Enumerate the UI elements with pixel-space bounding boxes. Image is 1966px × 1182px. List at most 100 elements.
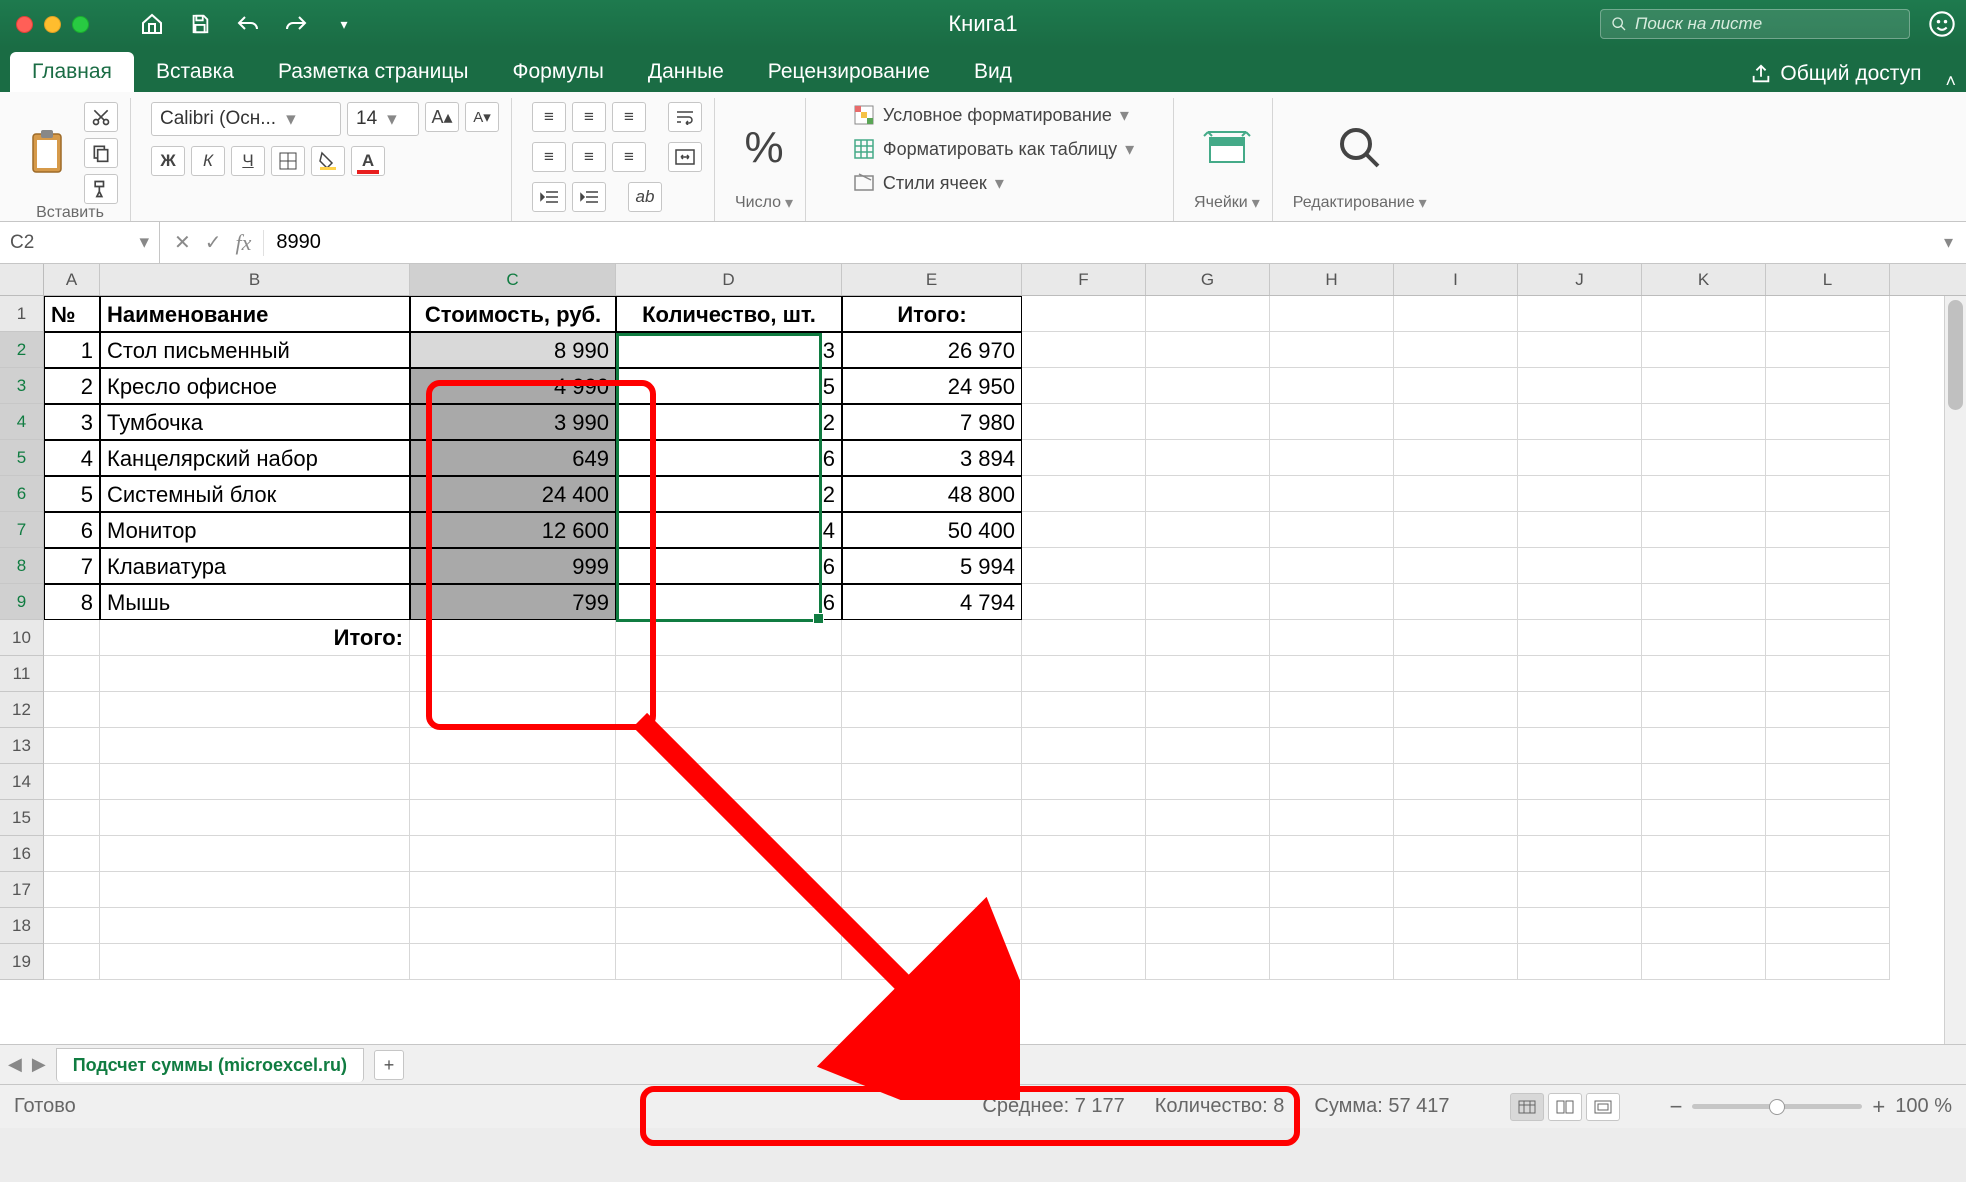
- spreadsheet-grid[interactable]: A B C D E F G H I J K L 1№НаименованиеСт…: [0, 264, 1966, 1044]
- ribbon-collapse-icon[interactable]: ˄: [1945, 71, 1956, 92]
- cell[interactable]: [1394, 332, 1518, 368]
- cell[interactable]: [1146, 548, 1270, 584]
- tab-insert[interactable]: Вставка: [134, 52, 256, 92]
- merge-cells-icon[interactable]: [668, 142, 702, 172]
- percent-icon[interactable]: %: [737, 121, 791, 175]
- cell[interactable]: [1518, 512, 1642, 548]
- qat-customize-icon[interactable]: ▾: [331, 11, 357, 37]
- cell[interactable]: [1022, 368, 1146, 404]
- maximize-window-button[interactable]: [72, 16, 89, 33]
- cell[interactable]: [1766, 332, 1890, 368]
- cell[interactable]: [1146, 656, 1270, 692]
- cell[interactable]: [100, 872, 410, 908]
- cell[interactable]: Клавиатура: [100, 548, 410, 584]
- cell[interactable]: [1022, 476, 1146, 512]
- format-as-table-button[interactable]: Форматировать как таблицу ▾: [853, 136, 1134, 162]
- cell[interactable]: [1642, 764, 1766, 800]
- sheet-search[interactable]: [1600, 9, 1910, 39]
- cell[interactable]: [842, 944, 1022, 980]
- cell[interactable]: Стоимость, руб.: [410, 296, 616, 332]
- cell[interactable]: [1518, 440, 1642, 476]
- cell[interactable]: [1518, 368, 1642, 404]
- share-button[interactable]: Общий доступ: [1740, 56, 1931, 92]
- cell[interactable]: [100, 764, 410, 800]
- cell[interactable]: Канцелярский набор: [100, 440, 410, 476]
- zoom-out-button[interactable]: −: [1670, 1094, 1683, 1120]
- cell[interactable]: 6: [44, 512, 100, 548]
- row-header[interactable]: 12: [0, 692, 44, 728]
- cell[interactable]: [1518, 692, 1642, 728]
- cell-styles-button[interactable]: Стили ячеек ▾: [853, 170, 1004, 196]
- cell[interactable]: 2: [616, 476, 842, 512]
- row-header[interactable]: 8: [0, 548, 44, 584]
- cell[interactable]: 5: [616, 368, 842, 404]
- cell[interactable]: 799: [410, 584, 616, 620]
- cell[interactable]: 4: [44, 440, 100, 476]
- cell[interactable]: [616, 728, 842, 764]
- cell[interactable]: [100, 656, 410, 692]
- cell[interactable]: [616, 620, 842, 656]
- cell[interactable]: [1766, 836, 1890, 872]
- cell[interactable]: [1642, 800, 1766, 836]
- cell[interactable]: [1766, 908, 1890, 944]
- cell[interactable]: [1394, 692, 1518, 728]
- zoom-in-button[interactable]: +: [1872, 1094, 1885, 1120]
- cell[interactable]: [1518, 764, 1642, 800]
- cell[interactable]: [1394, 512, 1518, 548]
- align-center-icon[interactable]: ≡: [572, 142, 606, 172]
- save-icon[interactable]: [187, 11, 213, 37]
- cell[interactable]: [1518, 836, 1642, 872]
- cell[interactable]: [410, 692, 616, 728]
- cell[interactable]: [1022, 944, 1146, 980]
- decrease-indent-icon[interactable]: [532, 182, 566, 212]
- cell[interactable]: [1642, 476, 1766, 512]
- cell[interactable]: [1146, 440, 1270, 476]
- align-middle-icon[interactable]: ≡: [572, 102, 606, 132]
- cell[interactable]: [1394, 584, 1518, 620]
- tab-page-layout[interactable]: Разметка страницы: [256, 52, 491, 92]
- font-color-icon[interactable]: A: [351, 146, 385, 176]
- cell[interactable]: [1022, 692, 1146, 728]
- row-header[interactable]: 3: [0, 368, 44, 404]
- cell[interactable]: [1642, 404, 1766, 440]
- font-name-select[interactable]: Calibri (Осн...▾: [151, 102, 341, 136]
- row-header[interactable]: 5: [0, 440, 44, 476]
- formula-input[interactable]: 8990: [264, 231, 1944, 254]
- accept-formula-icon[interactable]: ✓: [205, 230, 222, 255]
- italic-button[interactable]: К: [191, 146, 225, 176]
- cell[interactable]: [1642, 296, 1766, 332]
- cell[interactable]: [1270, 296, 1394, 332]
- name-box[interactable]: C2▾: [0, 222, 160, 263]
- cell[interactable]: [1394, 620, 1518, 656]
- cell[interactable]: [1270, 872, 1394, 908]
- cell[interactable]: 48 800: [842, 476, 1022, 512]
- cell[interactable]: [1766, 548, 1890, 584]
- cell[interactable]: [842, 908, 1022, 944]
- cell[interactable]: [842, 836, 1022, 872]
- search-input[interactable]: [1635, 14, 1899, 34]
- orientation-icon[interactable]: ab: [628, 182, 662, 212]
- col-header[interactable]: A: [44, 264, 100, 295]
- cell[interactable]: [410, 872, 616, 908]
- cell[interactable]: [1270, 692, 1394, 728]
- cell[interactable]: [1766, 764, 1890, 800]
- cell[interactable]: [1394, 944, 1518, 980]
- cell[interactable]: [44, 836, 100, 872]
- cell[interactable]: Итого:: [842, 296, 1022, 332]
- cell[interactable]: [842, 764, 1022, 800]
- cell[interactable]: [1270, 728, 1394, 764]
- align-top-icon[interactable]: ≡: [532, 102, 566, 132]
- cell[interactable]: [44, 656, 100, 692]
- cell[interactable]: [1642, 368, 1766, 404]
- cell[interactable]: [1642, 728, 1766, 764]
- cell[interactable]: [1766, 404, 1890, 440]
- normal-view-icon[interactable]: [1510, 1093, 1544, 1121]
- cell[interactable]: [410, 908, 616, 944]
- cell[interactable]: [1270, 764, 1394, 800]
- tab-formulas[interactable]: Формулы: [491, 52, 626, 92]
- cancel-formula-icon[interactable]: ✕: [174, 230, 191, 255]
- cell[interactable]: [1642, 908, 1766, 944]
- cell[interactable]: [1394, 872, 1518, 908]
- cell[interactable]: [44, 620, 100, 656]
- cell[interactable]: [842, 728, 1022, 764]
